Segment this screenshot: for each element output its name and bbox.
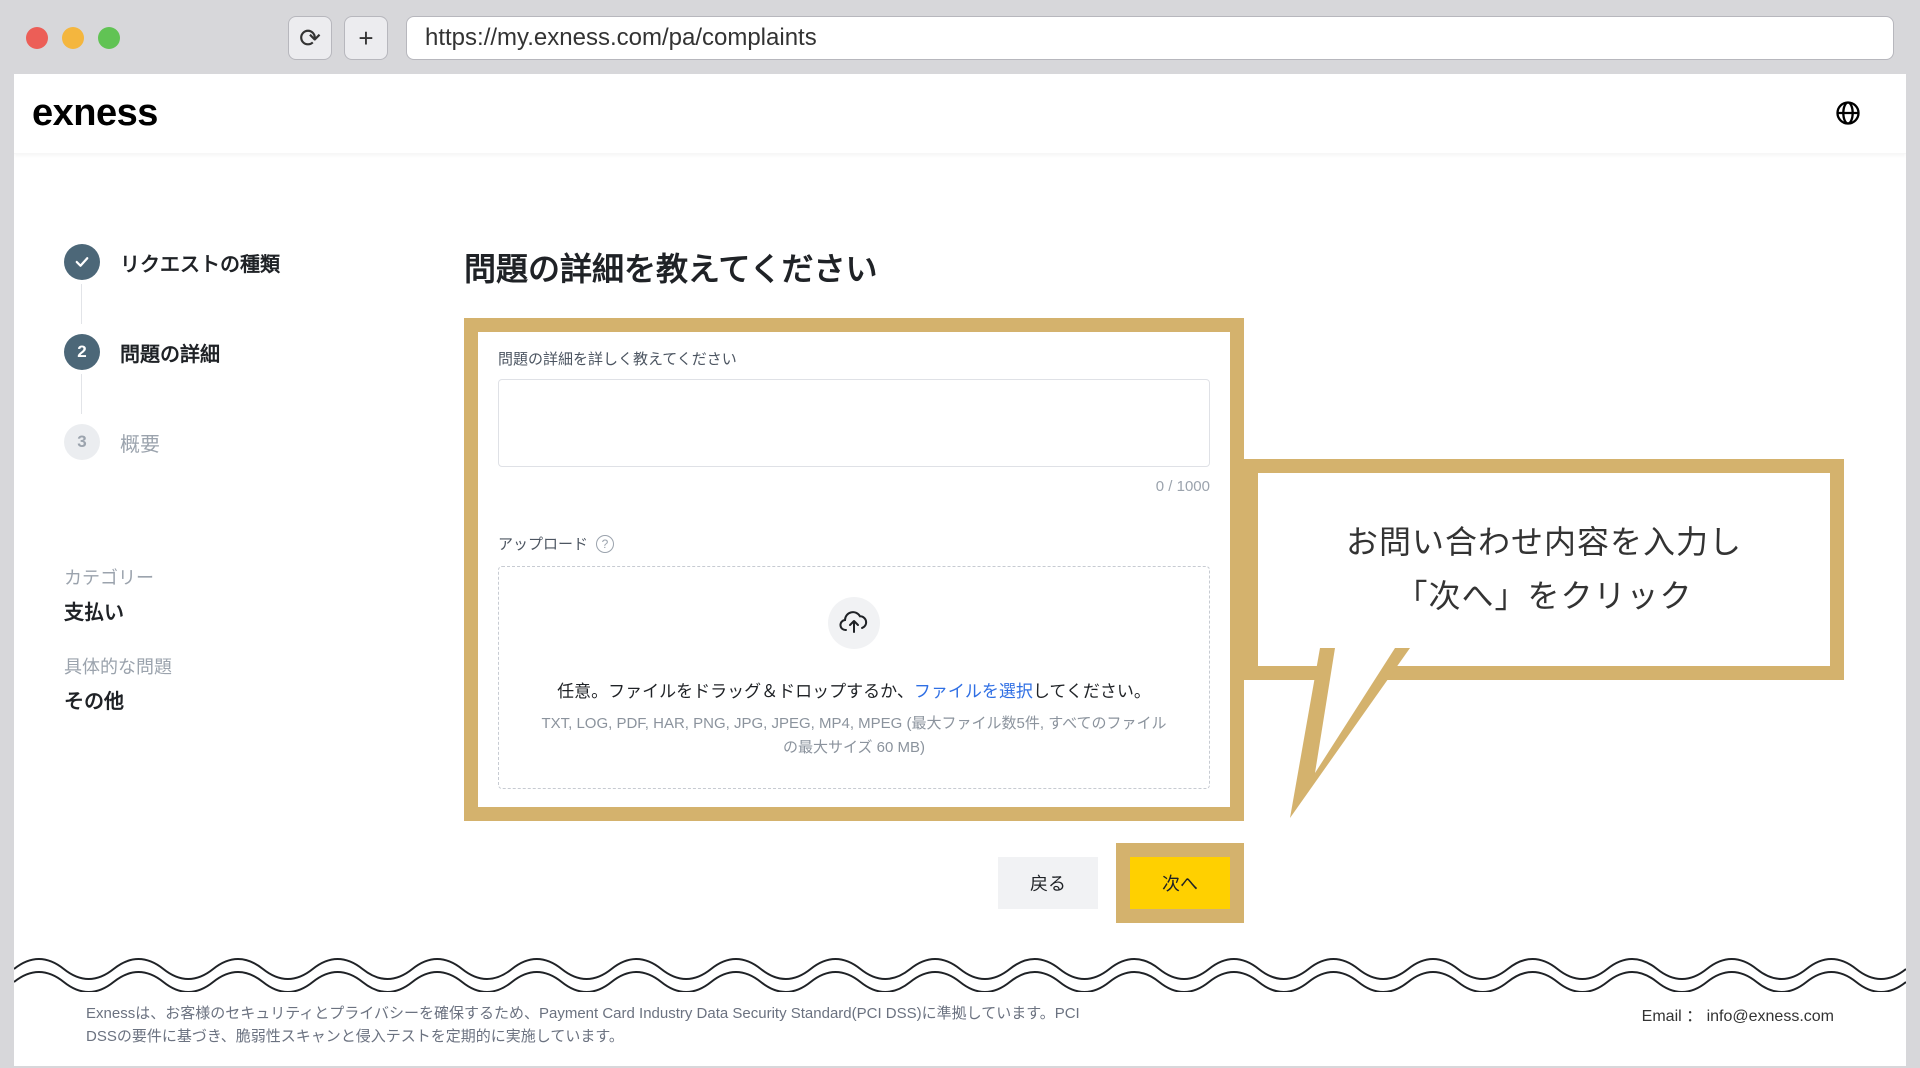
- category-label: カテゴリー: [64, 564, 464, 590]
- file-select-link[interactable]: ファイルを選択: [914, 682, 1033, 701]
- step-list: リクエストの種類 2 問題の詳細 3 概要: [64, 244, 464, 474]
- upload-section: アップロード ? 任意。ファイルをドラッグ＆ドロップするか、ファイルを選択してく…: [498, 533, 1210, 789]
- sidebar-meta: カテゴリー 支払い 具体的な問題 その他: [64, 564, 464, 714]
- step-label: リクエストの種類: [120, 248, 280, 277]
- sidebar: リクエストの種類 2 問題の詳細 3 概要 カテゴリー 支払い 具体的な問題 そ…: [64, 244, 464, 923]
- callout-text: お問い合わせ内容を入力し 「次へ」をクリック: [1292, 515, 1796, 624]
- next-button[interactable]: 次へ: [1130, 857, 1230, 909]
- footer-email-value[interactable]: info@exness.com: [1707, 1008, 1834, 1025]
- url-text: https://my.exness.com/pa/complaints: [425, 24, 817, 52]
- window-controls: [26, 27, 120, 49]
- next-button-highlight: 次へ: [1116, 843, 1244, 923]
- compliance-text: Exnessは、お客様のセキュリティとプライバシーを確保するため、Payment…: [86, 1002, 1086, 1049]
- form-highlight-box: 問題の詳細を詳しく教えてください 0 / 1000 アップロード ?: [464, 318, 1244, 821]
- file-dropzone[interactable]: 任意。ファイルをドラッグ＆ドロップするか、ファイルを選択してください。 TXT,…: [498, 566, 1210, 789]
- url-bar[interactable]: https://my.exness.com/pa/complaints: [406, 16, 1894, 60]
- browser-chrome: ⟳ + https://my.exness.com/pa/complaints: [0, 0, 1920, 74]
- step-problem-detail[interactable]: 2 問題の詳細: [64, 294, 464, 384]
- dropzone-text: 任意。ファイルをドラッグ＆ドロップするか、ファイルを選択してください。: [539, 677, 1169, 702]
- step-label: 問題の詳細: [120, 338, 220, 367]
- close-window-button[interactable]: [26, 27, 48, 49]
- issue-label: 具体的な問題: [64, 653, 464, 679]
- dropzone-hint: TXT, LOG, PDF, HAR, PNG, JPG, JPEG, MP4,…: [539, 712, 1169, 760]
- footer: Exnessは、お客様のセキュリティとプライバシーを確保するため、Payment…: [14, 992, 1906, 1067]
- logo[interactable]: exness: [32, 92, 158, 135]
- instruction-callout: お問い合わせ内容を入力し 「次へ」をクリック: [1244, 459, 1844, 680]
- maximize-window-button[interactable]: [98, 27, 120, 49]
- language-button[interactable]: [1834, 99, 1864, 129]
- check-icon: [73, 253, 91, 271]
- wave-separator: [14, 944, 1906, 994]
- step-done-circle: [64, 244, 100, 280]
- help-icon[interactable]: ?: [596, 535, 614, 553]
- category-value: 支払い: [64, 596, 464, 625]
- form-content: 問題の詳細を教えてください 問題の詳細を詳しく教えてください 0 / 1000 …: [464, 244, 1244, 923]
- char-count: 0 / 1000: [498, 478, 1210, 495]
- footer-email: Email ： info@exness.com: [1642, 1002, 1834, 1026]
- page: exness リクエストの種類: [14, 74, 1906, 1066]
- new-tab-button[interactable]: +: [344, 16, 388, 60]
- detail-label: 問題の詳細を詳しく教えてください: [498, 348, 1210, 369]
- minimize-window-button[interactable]: [62, 27, 84, 49]
- reload-icon: ⟳: [299, 23, 321, 54]
- cloud-upload-icon: [839, 610, 869, 636]
- globe-icon: [1834, 99, 1862, 127]
- issue-value: その他: [64, 685, 464, 714]
- site-header: exness: [14, 74, 1906, 154]
- problem-detail-input[interactable]: [498, 379, 1210, 467]
- back-button[interactable]: 戻る: [998, 857, 1098, 909]
- upload-label: アップロード: [498, 533, 588, 554]
- cloud-icon-wrap: [828, 597, 880, 649]
- step-current-circle: 2: [64, 334, 100, 370]
- step-label: 概要: [120, 428, 160, 457]
- step-future-circle: 3: [64, 424, 100, 460]
- step-request-type[interactable]: リクエストの種類: [64, 244, 464, 294]
- plus-icon: +: [358, 23, 373, 54]
- page-title: 問題の詳細を教えてください: [464, 244, 1244, 290]
- reload-button[interactable]: ⟳: [288, 16, 332, 60]
- step-summary: 3 概要: [64, 384, 464, 474]
- button-row: 戻る 次へ: [464, 843, 1244, 923]
